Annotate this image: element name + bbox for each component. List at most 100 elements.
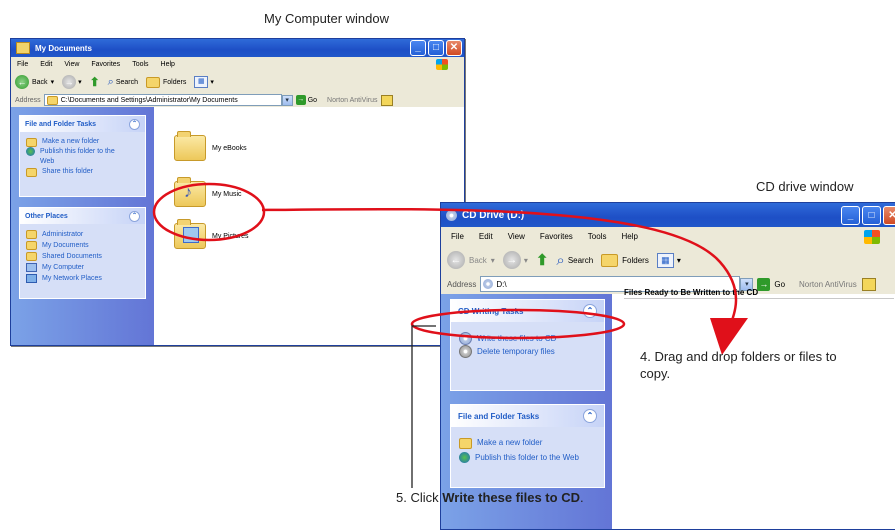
task-make-new-folder[interactable]: Make a new folder	[459, 437, 596, 449]
place-shared-documents[interactable]: Shared Documents	[26, 251, 139, 262]
menu-file[interactable]: File	[451, 232, 464, 241]
minimize-button[interactable]: _	[410, 40, 426, 56]
chevron-down-icon: ▾	[50, 79, 55, 86]
new-folder-icon	[26, 137, 37, 147]
folder-icon	[46, 95, 58, 105]
panel-title: File and Folder Tasks	[25, 120, 97, 128]
folders-button[interactable]: Folders	[601, 253, 649, 267]
panel-header[interactable]: File and Folder Tasks ⌃	[20, 116, 145, 132]
collapse-icon[interactable]: ⌃	[129, 210, 140, 222]
collapse-icon[interactable]: ⌃	[583, 304, 597, 318]
title-bar[interactable]: CD Drive (D:) _ □ ✕	[441, 203, 895, 227]
cd-drive-icon	[446, 209, 457, 221]
menu-favorites[interactable]: Favorites	[540, 232, 573, 241]
title-bar[interactable]: My Documents _ □ ✕	[11, 39, 464, 57]
up-folder-button[interactable]: ⬆	[90, 75, 100, 89]
step-5-suffix: .	[579, 490, 584, 505]
menu-tools[interactable]: Tools	[588, 232, 607, 241]
views-button[interactable]: ▦ ▾	[656, 252, 681, 268]
go-button-icon[interactable]: →	[295, 95, 306, 105]
address-value: D:\	[496, 279, 507, 289]
search-button[interactable]: ⌕ Search	[556, 252, 593, 269]
task-delete-temporary-files[interactable]: Delete temporary files	[459, 345, 596, 358]
my-documents-window: My Documents _ □ ✕ File Edit View Favori…	[10, 38, 465, 346]
collapse-icon[interactable]: ⌃	[583, 409, 597, 423]
menu-file[interactable]: File	[17, 61, 28, 68]
globe-icon	[459, 452, 470, 463]
menu-view[interactable]: View	[64, 61, 79, 68]
chevron-down-icon: ▾	[523, 255, 528, 265]
content-header: Files Ready to Be Written to the CD	[624, 288, 894, 299]
network-icon	[26, 274, 37, 283]
panel-title: Other Places	[25, 212, 68, 220]
menu-help[interactable]: Help	[161, 61, 175, 68]
panel-header[interactable]: Other Places ⌃	[20, 208, 145, 224]
task-sidebar: File and Folder Tasks ⌃ Make a new folde…	[11, 107, 154, 345]
search-button[interactable]: ⌕ Search	[108, 76, 138, 89]
folders-label: Folders	[163, 78, 187, 86]
close-button[interactable]: ✕	[446, 40, 462, 56]
close-button[interactable]: ✕	[883, 205, 895, 225]
menu-bar: File Edit View Favorites Tools Help	[11, 57, 464, 72]
address-value: C:\Documents and Settings\Administrator\…	[60, 96, 238, 104]
place-administrator[interactable]: Administrator	[26, 229, 139, 240]
task-make-new-folder[interactable]: Make a new folder	[26, 137, 139, 147]
menu-edit[interactable]: Edit	[479, 232, 493, 241]
folder-my-pictures[interactable]: My Pictures	[174, 219, 249, 249]
documents-folder-icon	[26, 241, 37, 250]
chevron-down-icon: ▾	[676, 255, 681, 265]
panel-header[interactable]: CD Writing Tasks ⌃	[451, 300, 604, 322]
folder-my-music[interactable]: ♪ My Music	[174, 177, 242, 207]
task-label: Publish this folder to the Web	[475, 453, 579, 462]
views-button[interactable]: ▦ ▾	[194, 76, 214, 88]
place-my-computer[interactable]: My Computer	[26, 262, 139, 273]
menu-view[interactable]: View	[508, 232, 525, 241]
toolbar: ← Back ▾ → ▾ ⬆ ⌕ Search Folders ▦ ▾	[441, 246, 895, 275]
back-button[interactable]: ← Back ▾	[447, 251, 495, 269]
step-4-caption: 4. Drag and drop folders or files to cop…	[640, 349, 837, 381]
folders-icon	[146, 76, 161, 88]
menu-tools[interactable]: Tools	[132, 61, 148, 68]
address-bar: Address C:\Documents and Settings\Admini…	[11, 93, 464, 108]
folder-icon	[174, 131, 206, 161]
place-label: Shared Documents	[42, 253, 102, 260]
chevron-down-icon: ▾	[210, 79, 214, 86]
go-label[interactable]: Go	[308, 97, 317, 104]
back-button[interactable]: ← Back ▾	[15, 75, 54, 89]
address-input[interactable]: C:\Documents and Settings\Administrator\…	[43, 94, 282, 106]
place-my-network-places[interactable]: My Network Places	[26, 273, 139, 284]
maximize-button[interactable]: □	[862, 205, 881, 225]
norton-label[interactable]: Norton AntiVirus	[327, 97, 377, 104]
folder-my-ebooks[interactable]: My eBooks	[174, 131, 247, 161]
task-publish-folder[interactable]: Publish this folder to the Web	[26, 147, 139, 167]
search-icon: ⌕	[107, 75, 114, 88]
minimize-button[interactable]: _	[841, 205, 860, 225]
forward-arrow-icon: →	[62, 75, 77, 89]
up-arrow-icon: ⬆	[89, 75, 100, 89]
menu-edit[interactable]: Edit	[40, 61, 52, 68]
maximize-button[interactable]: □	[428, 40, 444, 56]
task-label: Share this folder	[42, 168, 93, 175]
task-write-files-to-cd[interactable]: Write these files to CD	[459, 332, 596, 345]
up-folder-button[interactable]: ⬆	[536, 251, 549, 269]
menu-help[interactable]: Help	[621, 232, 637, 241]
caption-cd-drive-window: CD drive window	[756, 179, 854, 194]
task-label: Make a new folder	[477, 438, 543, 447]
address-dropdown-button[interactable]: ▾	[281, 94, 293, 106]
task-publish-folder[interactable]: Publish this folder to the Web	[459, 452, 596, 464]
folder-icon	[26, 230, 37, 239]
panel-title: CD Writing Tasks	[458, 306, 524, 316]
folders-label: Folders	[622, 255, 649, 265]
panel-header[interactable]: File and Folder Tasks ⌃	[451, 405, 604, 427]
toolbar: ← Back ▾ → ▾ ⬆ ⌕ Search Folders ▦ ▾	[11, 71, 464, 94]
task-share-folder[interactable]: Share this folder	[26, 167, 139, 177]
menu-favorites[interactable]: Favorites	[91, 61, 120, 68]
place-my-documents[interactable]: My Documents	[26, 240, 139, 251]
folders-button[interactable]: Folders	[146, 76, 187, 88]
back-label: Back	[32, 78, 48, 86]
collapse-icon[interactable]: ⌃	[129, 118, 140, 130]
forward-button[interactable]: → ▾	[502, 251, 528, 269]
address-label: Address	[15, 96, 41, 104]
forward-button[interactable]: → ▾	[62, 75, 82, 89]
place-label: My Computer	[42, 264, 85, 271]
